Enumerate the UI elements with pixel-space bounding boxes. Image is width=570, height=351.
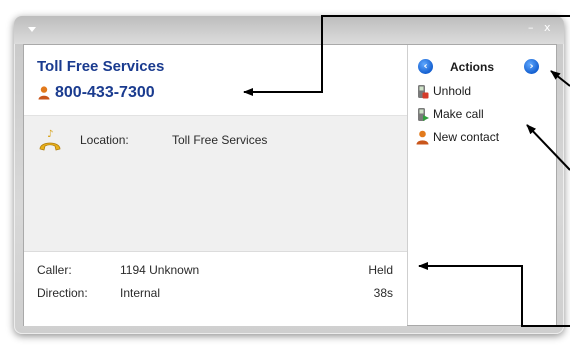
contact-name: Toll Free Services xyxy=(37,58,165,75)
call-window: – x Toll Free Services 800-433-7300 ♪ Lo… xyxy=(14,16,564,334)
call-state: Held xyxy=(368,263,393,277)
next-arrow-icon[interactable]: › xyxy=(524,59,539,74)
make-call-icon xyxy=(418,108,429,121)
location-value: Toll Free Services xyxy=(172,133,268,147)
actions-header: ‹ Actions › xyxy=(408,59,556,77)
caller-label: Caller: xyxy=(37,263,72,277)
direction-value: Internal xyxy=(120,286,161,300)
call-panel: Toll Free Services 800-433-7300 ♪ Locati… xyxy=(23,44,557,326)
actions-title: Actions xyxy=(450,60,495,74)
dropdown-arrow-icon[interactable] xyxy=(28,27,36,32)
make-call-label: Make call xyxy=(433,107,484,121)
new-contact-label: New contact xyxy=(433,130,500,144)
call-duration: 38s xyxy=(373,286,393,300)
contact-header: Toll Free Services 800-433-7300 xyxy=(24,45,407,116)
held-phone-icon: ♪ xyxy=(39,129,61,151)
call-status: Caller: 1194 Unknown Held Direction: Int… xyxy=(24,251,407,326)
close-button[interactable]: x xyxy=(544,21,551,34)
caller-value: 1194 Unknown xyxy=(120,263,200,277)
contact-person-icon xyxy=(416,130,429,145)
contact-person-icon xyxy=(38,86,50,100)
unhold-label: Unhold xyxy=(433,84,472,98)
location-label: Location: xyxy=(80,133,129,147)
phone-number[interactable]: 800-433-7300 xyxy=(55,84,155,102)
title-bar[interactable]: – x xyxy=(14,16,564,44)
actions-pane: ‹ Actions › Unhold Make call New contact xyxy=(408,45,556,325)
unhold-phone-icon xyxy=(418,85,429,99)
direction-label: Direction: xyxy=(37,286,88,300)
previous-arrow-icon[interactable]: ‹ xyxy=(418,59,433,74)
minimize-button[interactable]: – xyxy=(528,21,534,34)
svg-text:♪: ♪ xyxy=(47,129,53,140)
call-details-pane: Toll Free Services 800-433-7300 ♪ Locati… xyxy=(24,45,408,326)
call-info-area: ♪ Location: Toll Free Services xyxy=(24,116,407,251)
